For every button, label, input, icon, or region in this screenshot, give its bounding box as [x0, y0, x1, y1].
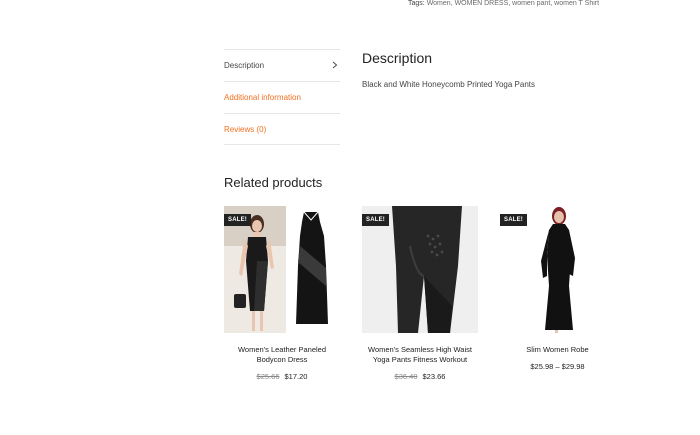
- product-name[interactable]: Women's Leather Paneled Bodycon Dress: [224, 345, 340, 365]
- old-price: $36.40: [394, 372, 418, 381]
- product-card[interactable]: SALE! Slim Women Robe $25.98 – $29.98: [500, 206, 616, 371]
- product-price: $25.98 – $29.98: [500, 362, 615, 371]
- tag-link[interactable]: WOMEN DRESS: [455, 0, 509, 7]
- product-name[interactable]: Slim Women Robe: [500, 345, 615, 355]
- sale-price: $17.20: [284, 372, 308, 381]
- related-products-title: Related products: [224, 175, 323, 190]
- tab-label: Reviews (0): [224, 124, 267, 134]
- product-image[interactable]: SALE!: [224, 206, 340, 333]
- tag-link[interactable]: women pant: [512, 0, 550, 7]
- product-name-line: Women's Seamless High Waist: [368, 345, 472, 354]
- sale-badge: SALE!: [362, 214, 389, 226]
- product-card[interactable]: SALE! Women's Leather Paneled Bodycon Dr…: [224, 206, 340, 381]
- product-name[interactable]: Women's Seamless High Waist Yoga Pants F…: [362, 345, 478, 365]
- description-text: Black and White Honeycomb Printed Yoga P…: [362, 80, 535, 89]
- tab-description[interactable]: Description: [224, 49, 340, 81]
- product-name-line: Slim Women Robe: [526, 345, 589, 354]
- tags-label: Tags:: [408, 0, 425, 7]
- product-name-line: Yoga Pants Fitness Workout: [372, 355, 468, 364]
- sale-badge: SALE!: [500, 214, 527, 226]
- sale-badge: SALE!: [224, 214, 251, 226]
- tag-link[interactable]: Women: [427, 0, 451, 7]
- tab-label: Additional information: [224, 93, 301, 102]
- tag-link[interactable]: women T Shirt: [554, 0, 599, 7]
- product-image[interactable]: SALE!: [500, 206, 616, 333]
- description-panel: Description Black and White Honeycomb Pr…: [362, 50, 682, 89]
- product-price: $36.40 $23.66: [362, 372, 478, 381]
- description-title: Description: [362, 50, 433, 66]
- product-card[interactable]: SALE! Women's Seamless High Waist Yoga P…: [362, 206, 478, 381]
- old-price: $25.66: [256, 372, 280, 381]
- product-tabs: Description Additional information Revie…: [224, 49, 340, 145]
- tab-label: Description: [224, 61, 265, 70]
- sale-price: $23.66: [422, 372, 446, 381]
- tab-additional-information[interactable]: Additional information: [224, 81, 340, 113]
- tab-reviews[interactable]: Reviews (0): [224, 113, 340, 145]
- product-name-line: Bodycon Dress: [256, 355, 308, 364]
- product-name-line: Women's Leather Paneled: [237, 345, 326, 354]
- product-price: $25.66 $17.20: [224, 372, 340, 381]
- price-range: $25.98 – $29.98: [530, 362, 585, 371]
- product-tags: Tags: Women, WOMEN DRESS, women pant, wo…: [408, 0, 600, 7]
- chevron-right-icon: [330, 61, 340, 71]
- product-image[interactable]: SALE!: [362, 206, 478, 333]
